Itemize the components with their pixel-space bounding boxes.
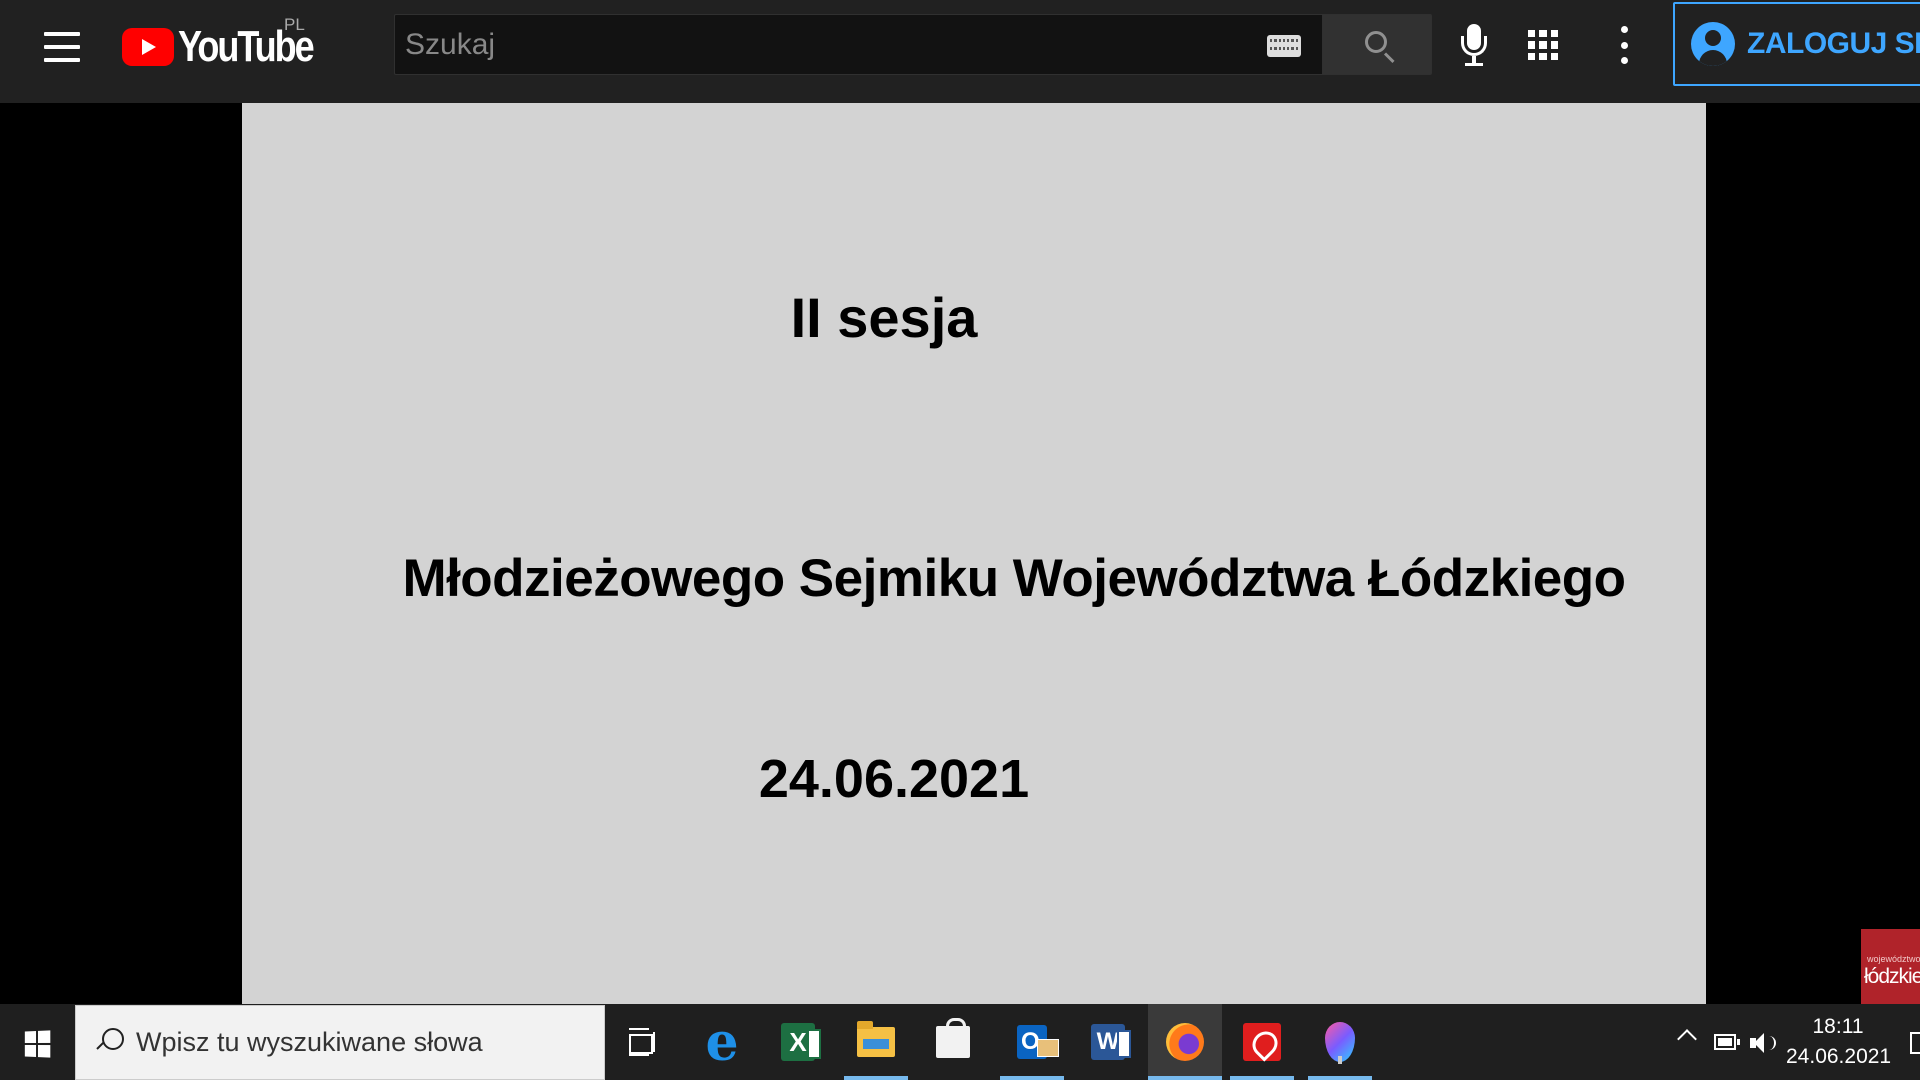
youtube-play-icon [122, 28, 174, 66]
hamburger-menu-icon[interactable] [38, 28, 86, 66]
clock-date: 24.06.2021 [1786, 1045, 1892, 1068]
search-box [394, 14, 1322, 75]
system-clock[interactable]: 18:11 24.06.2021 [1786, 1012, 1892, 1074]
more-options-icon[interactable] [1618, 26, 1630, 64]
running-indicator [1000, 1076, 1064, 1080]
start-button[interactable] [12, 1020, 62, 1066]
sign-in-label: ZALOGUJ SIĘ [1747, 27, 1920, 60]
sign-in-button[interactable]: ZALOGUJ SIĘ [1673, 2, 1920, 86]
maps-icon [1325, 1022, 1355, 1064]
running-indicator [1148, 1076, 1222, 1080]
search-icon [94, 1027, 124, 1058]
search-icon [1365, 31, 1387, 53]
search-input[interactable] [405, 15, 1245, 74]
taskbar-app-store[interactable] [921, 1004, 985, 1080]
word-icon: W [1091, 1024, 1131, 1060]
video-slide[interactable]: II sesja Młodzieżowego Sejmiku Województ… [242, 103, 1706, 1004]
youtube-header: YouTube PL ZALOGUJ SIĘ [0, 0, 1920, 103]
taskbar-app-firefox[interactable] [1148, 1004, 1222, 1080]
show-hidden-icons-icon[interactable] [1677, 1029, 1697, 1049]
store-icon [936, 1018, 970, 1058]
battery-icon[interactable] [1714, 1034, 1740, 1050]
acrobat-icon [1243, 1023, 1281, 1061]
clock-time: 18:11 [1812, 1015, 1864, 1038]
youtube-logo[interactable]: YouTube [122, 22, 342, 72]
taskbar-app-outlook[interactable]: O [1000, 1004, 1064, 1080]
folder-icon [857, 1021, 895, 1057]
running-indicator [844, 1076, 908, 1080]
volume-icon[interactable] [1748, 1030, 1776, 1056]
taskbar-app-maps[interactable] [1308, 1004, 1372, 1080]
taskbar-app-task-view[interactable] [610, 1004, 674, 1080]
windows-taskbar: e X O W [0, 1004, 1920, 1080]
country-code: PL [284, 15, 305, 34]
channel-watermark[interactable]: województwo łódzkie [1861, 929, 1920, 1004]
taskbar-app-excel[interactable]: X [766, 1004, 830, 1080]
running-indicator [1230, 1076, 1294, 1080]
taskbar-app-edge[interactable]: e [690, 1004, 754, 1080]
account-icon [1691, 22, 1735, 66]
search-button[interactable] [1322, 14, 1432, 75]
edge-icon: e [705, 1011, 739, 1073]
excel-icon: X [781, 1023, 821, 1061]
taskbar-app-acrobat[interactable] [1230, 1004, 1294, 1080]
apps-grid-icon[interactable] [1528, 30, 1558, 60]
taskbar-app-file-explorer[interactable] [844, 1004, 908, 1080]
outlook-icon: O [1017, 1025, 1059, 1059]
taskbar-app-word[interactable]: W [1076, 1004, 1140, 1080]
taskbar-search-box[interactable] [75, 1005, 605, 1080]
slide-title: II sesja [790, 286, 978, 349]
watermark-small-text: województwo [1867, 954, 1920, 964]
microphone-icon[interactable] [1456, 22, 1492, 68]
watermark-big-text: łódzkie [1864, 965, 1920, 988]
keyboard-icon[interactable] [1267, 35, 1301, 57]
windows-logo-icon [24, 1030, 51, 1058]
task-view-icon [627, 1028, 657, 1056]
screen: YouTube PL ZALOGUJ SIĘ II sesja Młodzież [0, 0, 1920, 1080]
notifications-icon[interactable] [1910, 1032, 1920, 1054]
taskbar-search-input[interactable] [136, 1017, 604, 1068]
slide-date: 24.06.2021 [758, 749, 1030, 809]
running-indicator [1308, 1076, 1372, 1080]
slide-subtitle: Młodzieżowego Sejmiku Województwa Łódzki… [402, 549, 1626, 608]
firefox-icon [1166, 1023, 1204, 1061]
